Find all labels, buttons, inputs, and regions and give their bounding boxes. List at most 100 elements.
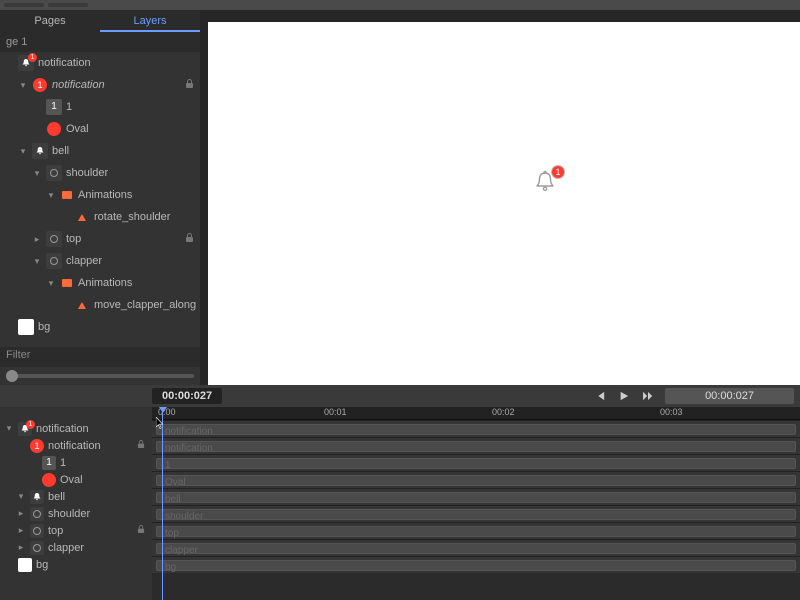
layers-sidebar: Pages Layers ge 1 1 notification ▾1notific… — [0, 10, 200, 385]
bell-icon — [30, 490, 44, 504]
track-clip[interactable]: top — [156, 526, 796, 537]
timeline-track[interactable]: bg — [152, 556, 800, 573]
lock-icon[interactable] — [182, 233, 196, 246]
lock-icon[interactable] — [182, 79, 196, 92]
timeline-track[interactable]: notification — [152, 437, 800, 454]
layer-row[interactable]: Oval — [0, 118, 200, 140]
layer-row[interactable]: ▸top — [0, 228, 200, 250]
lock-icon[interactable] — [134, 525, 148, 537]
white-icon — [18, 319, 34, 335]
page-header[interactable]: ge 1 — [0, 32, 200, 52]
layer-row[interactable]: rotate_shoulder — [0, 206, 200, 228]
timeline-track[interactable]: 1 — [152, 454, 800, 471]
track-clip[interactable]: notification — [156, 441, 796, 452]
top-toolbar — [0, 0, 800, 10]
timeline-row[interactable]: Oval — [0, 471, 152, 488]
timeline-layer-list[interactable]: ▾1notification1notification11Oval▾bell▸s… — [0, 407, 152, 600]
track-clip[interactable]: bg — [156, 560, 796, 571]
node-icon — [46, 165, 62, 181]
main-row: Pages Layers ge 1 1 notification ▾1notific… — [0, 10, 800, 385]
timeline-row[interactable]: 11 — [0, 454, 152, 471]
badge-icon: 1 — [30, 439, 44, 453]
layer-filter-input[interactable]: Filter — [0, 347, 200, 367]
timeline-track[interactable]: bell — [152, 488, 800, 505]
disclosure-triangle-icon[interactable]: ▾ — [18, 146, 28, 157]
timeline-tracks[interactable]: 0:0000:0100:0200:03 notification notifica… — [152, 407, 800, 600]
timeline-track[interactable]: Oval — [152, 471, 800, 488]
timeline-row[interactable]: ▸ clapper — [0, 539, 152, 556]
timeline-row[interactable]: 1 notification — [0, 437, 152, 454]
track-clip[interactable]: notification — [156, 424, 796, 435]
track-clip[interactable]: shoulder — [156, 509, 796, 520]
layer-row[interactable]: ▾shoulder — [0, 162, 200, 184]
track-clip-label: bg — [165, 562, 176, 573]
disclosure-triangle-icon[interactable]: ▾ — [18, 80, 28, 91]
timeline-track[interactable]: notification — [152, 420, 800, 437]
layer-row[interactable]: bg — [0, 316, 200, 338]
timecode-box[interactable]: 00:00:027 — [152, 388, 222, 404]
disclosure-triangle-icon[interactable]: ▸ — [16, 542, 26, 553]
layer-label: bell — [52, 145, 196, 157]
layer-row[interactable]: ▾Animations — [0, 184, 200, 206]
sidebar-tabs: Pages Layers — [0, 10, 200, 32]
timeline-row-label: notification — [48, 440, 130, 452]
disclosure-triangle-icon[interactable]: ▾ — [32, 256, 42, 267]
disclosure-triangle-icon[interactable]: ▸ — [16, 525, 26, 536]
disclosure-triangle-icon[interactable]: ▾ — [46, 278, 56, 289]
layer-row[interactable]: ▾1notification — [0, 74, 200, 96]
timeline-row-label: bell — [48, 491, 148, 503]
track-clip-label: Oval — [165, 477, 186, 488]
layer-row[interactable]: move_clapper_along — [0, 294, 200, 316]
layer-tree[interactable]: 1 notification ▾1notification11Oval ▾ bell ▾s… — [0, 52, 200, 347]
bell-badge-icon: 1 — [18, 422, 32, 436]
ruler-tick: 00:02 — [492, 407, 515, 417]
track-clip[interactable]: clapper — [156, 543, 796, 554]
timeline-row[interactable]: bg — [0, 556, 152, 573]
timeline-track[interactable]: shoulder — [152, 505, 800, 522]
disclosure-triangle-icon[interactable]: ▾ — [46, 190, 56, 201]
layer-label: notification — [38, 57, 196, 69]
disclosure-triangle-icon[interactable]: ▾ — [4, 423, 14, 434]
skip-start-icon[interactable] — [593, 389, 607, 403]
canvas[interactable]: 1 — [208, 22, 800, 385]
layer-row[interactable]: ▾ bell — [0, 140, 200, 162]
timeline-row[interactable]: ▸shoulder — [0, 505, 152, 522]
layer-label: bg — [38, 321, 196, 333]
disclosure-triangle-icon[interactable]: ▸ — [16, 508, 26, 519]
node-icon — [30, 524, 44, 538]
layer-row[interactable]: 11 — [0, 96, 200, 118]
track-clip[interactable]: Oval — [156, 475, 796, 486]
transport-controls: 00:00:027 — [593, 388, 794, 404]
layer-row[interactable]: ▾clapper — [0, 250, 200, 272]
playhead[interactable] — [162, 407, 163, 600]
fast-forward-icon[interactable] — [641, 389, 655, 403]
timeline-row[interactable]: ▸top — [0, 522, 152, 539]
transport-bar: 00:00:027 00:00:027 — [0, 385, 800, 407]
time-ruler[interactable]: 0:0000:0100:0200:03 — [152, 407, 800, 420]
lock-icon[interactable] — [134, 440, 148, 452]
layer-label: Animations — [78, 277, 196, 289]
zoom-slider[interactable] — [0, 367, 200, 385]
one-icon: 1 — [46, 99, 62, 115]
timeline-row-label: clapper — [48, 542, 148, 554]
timeline-track[interactable]: top — [152, 522, 800, 539]
zoom-slider-thumb[interactable] — [6, 370, 18, 382]
notification-badge: 1 — [551, 165, 565, 179]
timeline-row[interactable]: ▾ bell — [0, 488, 152, 505]
timeline-track[interactable]: clapper — [152, 539, 800, 556]
track-clip[interactable]: bell — [156, 492, 796, 503]
bell-badge-icon: 1 — [18, 55, 34, 71]
disclosure-triangle-icon[interactable]: ▾ — [16, 491, 26, 502]
bell-artwork[interactable]: 1 — [533, 170, 557, 194]
disclosure-triangle-icon[interactable]: ▾ — [32, 168, 42, 179]
timeline-row[interactable]: ▾1notification — [0, 420, 152, 437]
play-icon[interactable] — [617, 389, 631, 403]
layer-row[interactable]: ▾ Animations — [0, 272, 200, 294]
layer-row[interactable]: 1 notification — [0, 52, 200, 74]
track-clip[interactable]: 1 — [156, 458, 796, 469]
node-icon — [46, 253, 62, 269]
tab-layers[interactable]: Layers — [100, 10, 200, 32]
tab-pages[interactable]: Pages — [0, 10, 100, 32]
zoom-slider-track[interactable] — [6, 374, 194, 378]
disclosure-triangle-icon[interactable]: ▸ — [32, 234, 42, 245]
